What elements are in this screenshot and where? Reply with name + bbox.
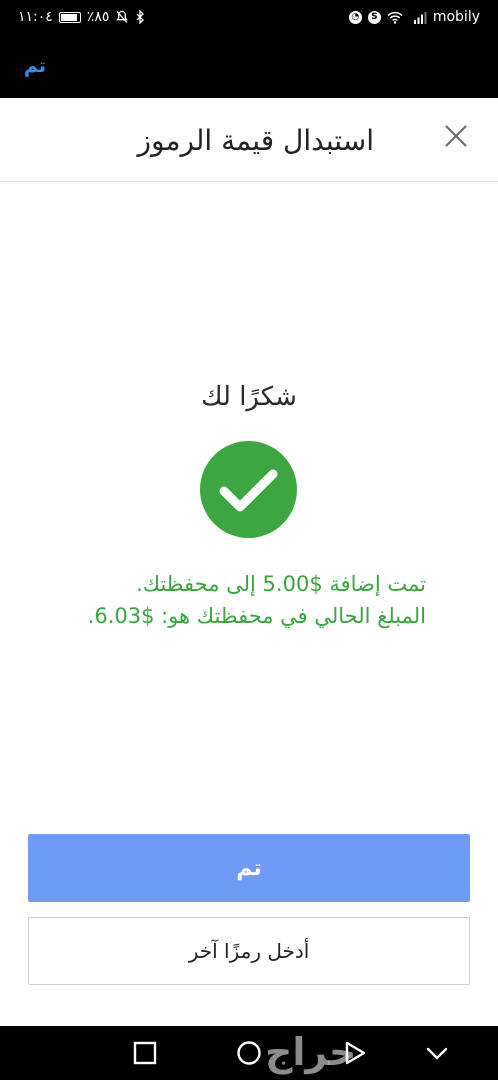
done-button[interactable]: تم bbox=[28, 834, 470, 902]
status-right: ◔ S mobily bbox=[348, 9, 480, 25]
mute-bell-icon bbox=[115, 10, 129, 24]
check-circle-icon bbox=[200, 441, 297, 538]
dialog-header: استبدال قيمة الرموز bbox=[0, 98, 498, 182]
signal-icon bbox=[409, 11, 427, 24]
haraj-watermark: حراج bbox=[265, 1030, 357, 1074]
bluetooth-icon bbox=[135, 10, 145, 24]
top-done-link[interactable]: تم bbox=[24, 56, 46, 76]
message-line-2: المبلغ الحالي في محفظتك هو: $6.03. bbox=[87, 604, 426, 628]
status-left: ١١:٠٤ ٪٨٥ bbox=[18, 9, 145, 25]
navigation-bar bbox=[0, 1026, 498, 1080]
home-circle-icon[interactable] bbox=[236, 1040, 262, 1066]
success-message: تمت إضافة $5.00 إلى محفظتك. المبلغ الحال… bbox=[46, 568, 426, 632]
recents-square-icon[interactable] bbox=[132, 1040, 158, 1066]
close-icon bbox=[445, 125, 467, 147]
wifi-icon bbox=[387, 11, 403, 24]
chevron-down-icon[interactable] bbox=[424, 1040, 450, 1066]
status-time: ١١:٠٤ bbox=[18, 9, 53, 25]
thanks-heading: شكرًا لك bbox=[201, 382, 297, 412]
dialog-title: استبدال قيمة الرموز bbox=[137, 124, 374, 157]
whatsapp-icon: ◔ bbox=[348, 10, 362, 24]
app-s-icon: S bbox=[367, 10, 381, 24]
enter-another-code-button[interactable]: أدخل رمزًا آخر bbox=[28, 917, 470, 985]
battery-icon bbox=[58, 11, 81, 23]
message-line-1: تمت إضافة $5.00 إلى محفظتك. bbox=[136, 572, 426, 596]
carrier-name: mobily bbox=[432, 9, 480, 25]
close-button[interactable] bbox=[438, 118, 474, 154]
app-top-strip bbox=[0, 34, 498, 98]
status-bar: ١١:٠٤ ٪٨٥ ◔ S mobily bbox=[0, 0, 498, 34]
battery-level: ٪٨٥ bbox=[86, 9, 110, 25]
